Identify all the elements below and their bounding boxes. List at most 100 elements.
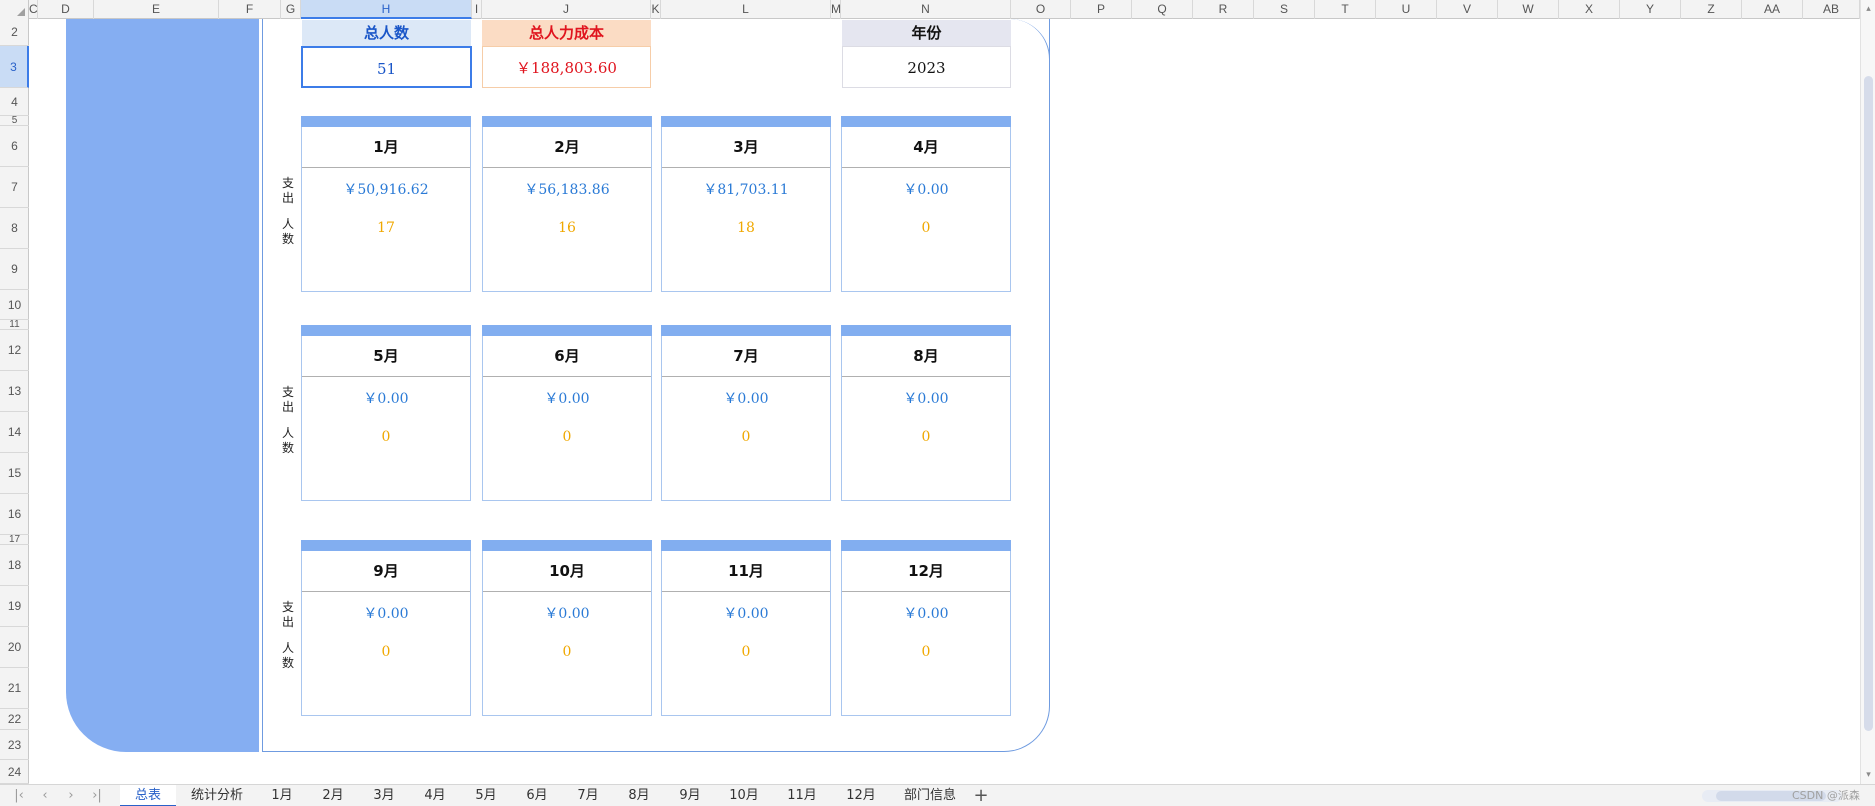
row-header-23[interactable]: 23 xyxy=(0,730,29,760)
total-people-cell[interactable]: 51 xyxy=(301,46,472,88)
column-header-i[interactable]: I xyxy=(472,0,482,19)
column-header-e[interactable]: E xyxy=(94,0,219,19)
month-expense-amount: ￥0.00 xyxy=(903,182,949,198)
sheet-tab[interactable]: 统计分析 xyxy=(176,785,258,806)
column-header-j[interactable]: J xyxy=(482,0,651,19)
month-name: 12月 xyxy=(842,551,1010,592)
month-card[interactable]: 8月 ￥0.00 0 xyxy=(841,325,1011,501)
total-cost-cell[interactable]: ￥188,803.60 xyxy=(482,46,651,88)
column-header-o[interactable]: O xyxy=(1011,0,1071,19)
column-header-c[interactable]: C xyxy=(29,0,38,19)
column-header-y[interactable]: Y xyxy=(1620,0,1681,19)
vertical-scrollbar[interactable]: ▴ ▾ xyxy=(1860,0,1875,784)
column-header-l[interactable]: L xyxy=(661,0,831,19)
month-card[interactable]: 7月 ￥0.00 0 xyxy=(661,325,831,501)
select-all-corner[interactable] xyxy=(0,0,29,19)
month-headcount: 0 xyxy=(741,429,751,445)
row-header-17[interactable]: 17 xyxy=(0,534,29,545)
card-header-bar xyxy=(661,116,831,127)
row-header-8[interactable]: 8 xyxy=(0,208,29,249)
month-card[interactable]: 9月 ￥0.00 0 xyxy=(301,540,471,716)
row-header-22[interactable]: 22 xyxy=(0,709,29,730)
column-header-m[interactable]: M xyxy=(831,0,841,19)
month-card[interactable]: 10月 ￥0.00 0 xyxy=(482,540,652,716)
column-header-d[interactable]: D xyxy=(38,0,94,19)
row-header-18[interactable]: 18 xyxy=(0,545,29,586)
year-header: 年份 xyxy=(842,20,1011,46)
sheet-tab[interactable]: 10月 xyxy=(719,785,769,806)
row-header-3[interactable]: 3 xyxy=(0,46,29,88)
card-header-bar xyxy=(661,325,831,336)
column-header-r[interactable]: R xyxy=(1193,0,1254,19)
column-header-w[interactable]: W xyxy=(1498,0,1559,19)
row-header-19[interactable]: 19 xyxy=(0,586,29,627)
row-header-14[interactable]: 14 xyxy=(0,412,29,453)
first-sheet-icon[interactable]: |‹ xyxy=(8,785,30,806)
column-header-v[interactable]: V xyxy=(1437,0,1498,19)
row-header-21[interactable]: 21 xyxy=(0,668,29,709)
column-header-h[interactable]: H xyxy=(301,0,472,19)
sheet-tab[interactable]: 1月 xyxy=(262,785,302,806)
row-header-7[interactable]: 7 xyxy=(0,167,29,208)
row-header-4[interactable]: 4 xyxy=(0,88,29,116)
column-header-ab[interactable]: AB xyxy=(1803,0,1860,19)
month-headcount: 18 xyxy=(737,220,755,236)
sheet-tab[interactable]: 5月 xyxy=(464,785,508,806)
sheet-tab[interactable]: 7月 xyxy=(566,785,610,806)
scroll-down-icon[interactable]: ▾ xyxy=(1864,770,1873,780)
column-header-z[interactable]: Z xyxy=(1681,0,1742,19)
people-label-row3: 人数 xyxy=(281,641,294,670)
add-sheet-icon[interactable]: + xyxy=(970,785,992,806)
prev-sheet-icon[interactable]: ‹ xyxy=(34,785,56,806)
column-header-x[interactable]: X xyxy=(1559,0,1620,19)
row-header-20[interactable]: 20 xyxy=(0,627,29,668)
month-headcount: 0 xyxy=(741,644,751,660)
sheet-tab[interactable]: 总表 xyxy=(120,785,176,806)
expense-label-row3: 支出 xyxy=(281,600,294,629)
column-header-f[interactable]: F xyxy=(219,0,281,19)
scroll-up-icon[interactable]: ▴ xyxy=(1864,4,1873,14)
column-header-u[interactable]: U xyxy=(1376,0,1437,19)
row-header-12[interactable]: 12 xyxy=(0,330,29,371)
row-header-24[interactable]: 24 xyxy=(0,760,29,784)
row-header-13[interactable]: 13 xyxy=(0,371,29,412)
sheet-tab[interactable]: 9月 xyxy=(668,785,712,806)
row-header-11[interactable]: 11 xyxy=(0,319,29,330)
sheet-tab[interactable]: 6月 xyxy=(515,785,559,806)
month-card[interactable]: 11月 ￥0.00 0 xyxy=(661,540,831,716)
column-header-p[interactable]: P xyxy=(1071,0,1132,19)
row-header-5[interactable]: 5 xyxy=(0,115,29,126)
month-card[interactable]: 3月 ￥81,703.11 18 xyxy=(661,116,831,292)
row-header-16[interactable]: 16 xyxy=(0,494,29,535)
column-header-n[interactable]: N xyxy=(841,0,1011,19)
sheet-tab[interactable]: 2月 xyxy=(312,785,354,806)
month-card[interactable]: 4月 ￥0.00 0 xyxy=(841,116,1011,292)
row-header-9[interactable]: 9 xyxy=(0,249,29,290)
sheet-tab[interactable]: 部门信息 xyxy=(894,785,966,806)
sheet-tab[interactable]: 8月 xyxy=(617,785,661,806)
month-card[interactable]: 12月 ￥0.00 0 xyxy=(841,540,1011,716)
row-header-6[interactable]: 6 xyxy=(0,126,29,167)
vertical-scroll-thumb[interactable] xyxy=(1864,76,1873,731)
year-cell[interactable]: 2023 xyxy=(842,46,1011,88)
column-header-g[interactable]: G xyxy=(281,0,301,19)
sheet-tab[interactable]: 3月 xyxy=(362,785,406,806)
month-card[interactable]: 1月 ￥50,916.62 17 xyxy=(301,116,471,292)
month-card[interactable]: 5月 ￥0.00 0 xyxy=(301,325,471,501)
sheet-tab[interactable]: 4月 xyxy=(413,785,457,806)
column-header-aa[interactable]: AA xyxy=(1742,0,1803,19)
month-card[interactable]: 6月 ￥0.00 0 xyxy=(482,325,652,501)
month-card[interactable]: 2月 ￥56,183.86 16 xyxy=(482,116,652,292)
column-header-q[interactable]: Q xyxy=(1132,0,1193,19)
column-header-s[interactable]: S xyxy=(1254,0,1315,19)
row-header-15[interactable]: 15 xyxy=(0,453,29,494)
last-sheet-icon[interactable]: ›| xyxy=(86,785,108,806)
row-header-10[interactable]: 10 xyxy=(0,290,29,320)
sheet-tab[interactable]: 11月 xyxy=(777,785,827,806)
column-header-t[interactable]: T xyxy=(1315,0,1376,19)
next-sheet-icon[interactable]: › xyxy=(60,785,82,806)
row-header-2[interactable]: 2 xyxy=(0,19,29,46)
sheet-tab[interactable]: 12月 xyxy=(836,785,886,806)
watermark: CSDN @派森 xyxy=(1792,789,1860,802)
column-header-k[interactable]: K xyxy=(651,0,661,19)
